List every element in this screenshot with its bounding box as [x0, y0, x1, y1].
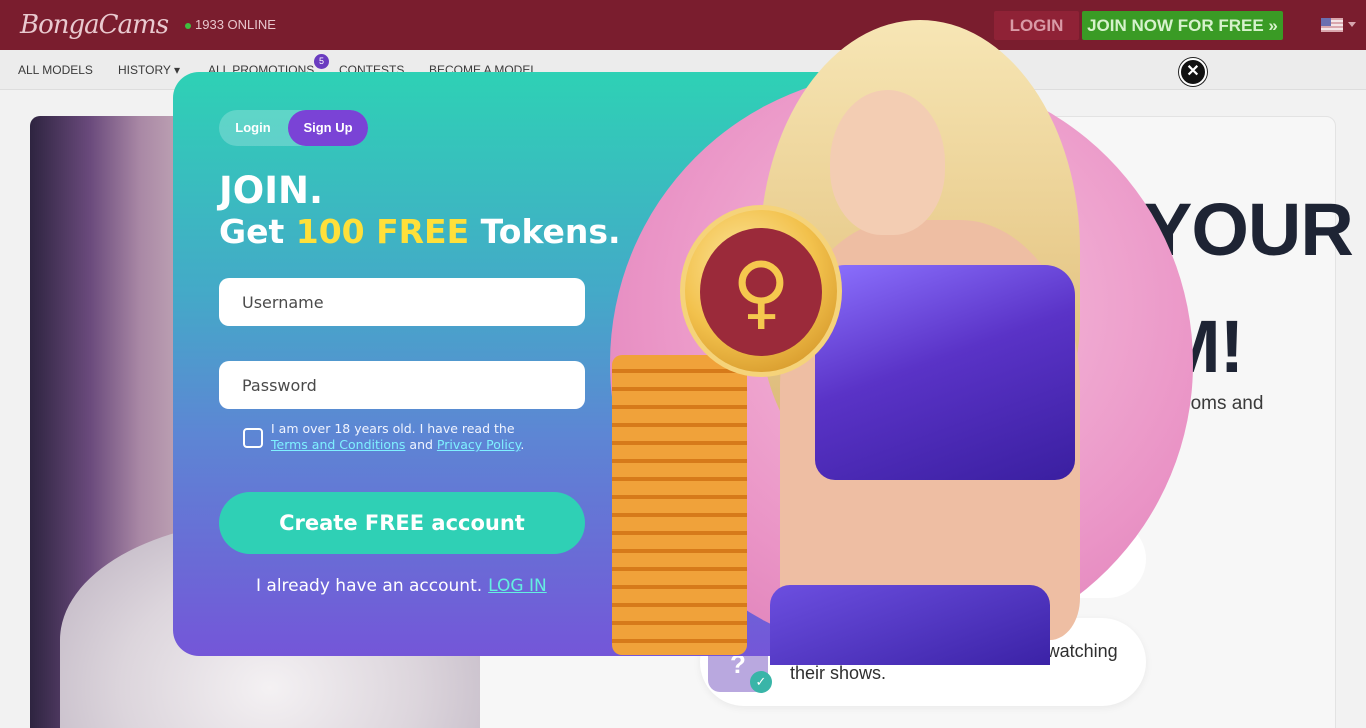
create-account-button[interactable]: Create FREE account	[219, 492, 585, 554]
model-purple-skirt	[770, 585, 1050, 665]
nav-all-models[interactable]: ALL MODELS	[18, 63, 93, 77]
terms-text: I am over 18 years old. I have read the …	[271, 421, 551, 453]
chevron-down-icon[interactable]	[1348, 22, 1356, 27]
terms-and: and	[405, 437, 437, 452]
top-header: BongaCams 1933 ONLINE LOGIN JOIN NOW FOR…	[0, 0, 1366, 50]
title-tokens: Tokens.	[469, 212, 621, 251]
password-input[interactable]	[219, 361, 585, 409]
online-counter: 1933 ONLINE	[185, 17, 276, 32]
modal-title-join: JOIN.	[219, 169, 324, 212]
close-icon[interactable]: ✕	[1179, 58, 1207, 86]
already-text: I already have an account.	[256, 576, 483, 596]
header-login-button[interactable]: LOGIN	[994, 11, 1079, 40]
nav-history[interactable]: HISTORY ▾	[118, 63, 180, 77]
background-text: ooms and	[1180, 393, 1264, 414]
coin-logo-icon: ♀	[731, 245, 791, 338]
check-icon: ✓	[750, 671, 772, 693]
tab-login[interactable]: Login	[219, 110, 287, 146]
promotions-count-badge: 5	[314, 54, 329, 69]
terms-prefix: I am over 18 years old. I have read the	[271, 421, 515, 436]
tab-signup[interactable]: Sign Up	[288, 110, 368, 146]
modal-title-tokens: Get 100 FREE Tokens.	[219, 212, 621, 252]
title-highlight: 100 FREE	[295, 212, 470, 251]
join-now-button[interactable]: JOIN NOW FOR FREE »	[1082, 11, 1283, 40]
username-input[interactable]	[219, 278, 585, 326]
model-face	[830, 90, 945, 235]
token-coin-stack	[612, 355, 747, 655]
title-get: Get	[219, 212, 296, 251]
online-dot-icon	[185, 22, 191, 29]
terms-link[interactable]: Terms and Conditions	[271, 437, 405, 452]
model-purple-top	[815, 265, 1075, 480]
logo-text: BongaCams	[20, 10, 169, 40]
privacy-policy-link[interactable]: Privacy Policy	[437, 437, 520, 452]
terms-suffix: .	[520, 437, 525, 452]
us-flag-icon[interactable]	[1321, 18, 1343, 32]
online-count: 1933 ONLINE	[195, 17, 276, 32]
log-in-link[interactable]: LOG IN	[488, 576, 547, 596]
already-have-account: I already have an account. LOG IN	[256, 576, 547, 596]
age-terms-checkbox[interactable]	[243, 428, 263, 448]
bongacams-logo[interactable]: BongaCams	[20, 8, 175, 44]
